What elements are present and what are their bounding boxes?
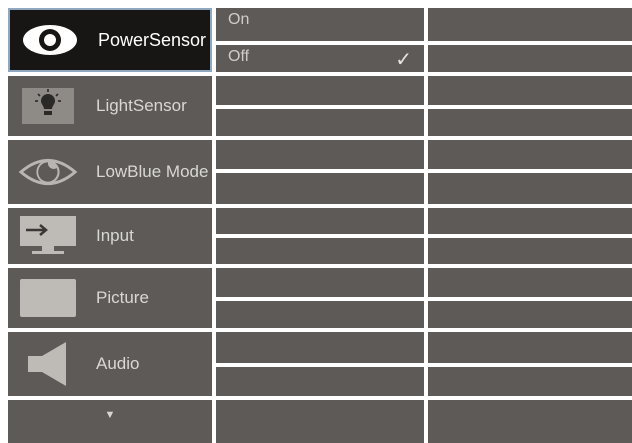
menu-item-input[interactable]: Input [8,208,212,264]
menu-item-audio[interactable]: Audio [8,332,212,396]
menu-item-label: Picture [96,288,149,307]
option-label: On [228,11,250,28]
option-on[interactable]: On [216,8,424,41]
empty-row [428,400,632,443]
menu-item-lightsensor[interactable]: LightSensor [8,76,212,136]
option-off[interactable]: Off ✓ [216,45,424,72]
input-icon [18,213,78,259]
menu-item-label: Input [96,226,134,245]
menu-item-picture[interactable]: Picture [8,268,212,328]
empty-row [216,238,424,264]
empty-row [428,8,632,41]
osd-menu: PowerSensor LightSensor LowBlue Mode Inp… [0,0,632,443]
empty-row [216,332,424,363]
lightbulb-icon [18,83,78,129]
empty-row [428,332,632,363]
empty-row [216,208,424,234]
empty-row [428,208,632,234]
picture-icon [18,275,78,321]
chevron-down-icon: ▼ [104,409,116,421]
empty-row [428,238,632,264]
empty-row [428,173,632,204]
checkmark-icon: ✓ [395,49,412,71]
empty-row [216,367,424,396]
empty-row [216,173,424,204]
empty-row [216,301,424,328]
option-label: Off [228,48,250,65]
scroll-down-button[interactable]: ▼ [8,400,212,443]
empty-row [428,301,632,328]
menu-item-label: PowerSensor [98,29,207,50]
eye-icon [20,17,80,63]
empty-row [428,76,632,105]
eye-outline-icon [18,149,78,195]
menu-item-label: Audio [96,354,140,373]
empty-row [216,109,424,136]
empty-row [428,45,632,72]
empty-row [216,400,424,443]
empty-row [216,140,424,169]
menu-item-label: LowBlue Mode [96,162,209,181]
empty-row [428,367,632,396]
menu-item-label: LightSensor [96,96,187,115]
menu-item-lowblue-mode[interactable]: LowBlue Mode [8,140,212,204]
empty-row [428,268,632,297]
speaker-icon [18,341,78,387]
empty-row [216,76,424,105]
menu-item-powersensor[interactable]: PowerSensor [8,8,212,72]
empty-row [428,140,632,169]
empty-row [428,109,632,136]
empty-row [216,268,424,297]
